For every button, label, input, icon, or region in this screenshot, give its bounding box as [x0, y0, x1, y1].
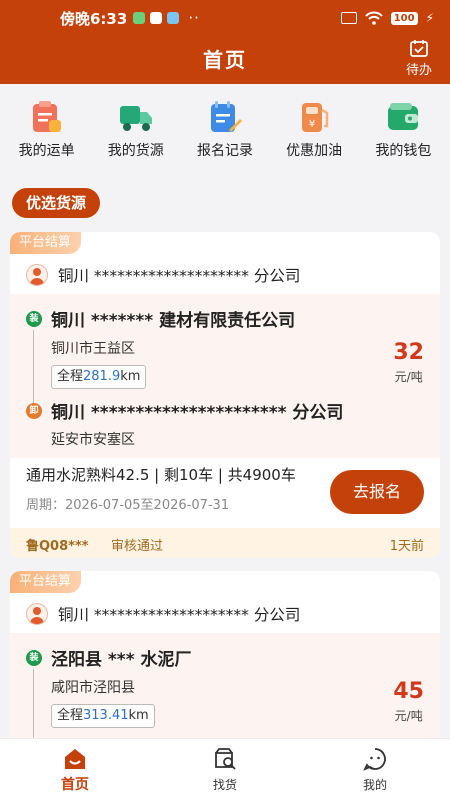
load-badge: 装: [26, 649, 42, 666]
load-row: 装 泾阳县 *** 水泥厂: [26, 645, 192, 670]
signup-button[interactable]: 去报名: [330, 470, 424, 514]
tab-profile[interactable]: 我的: [300, 739, 450, 800]
price-value: 32: [393, 340, 424, 365]
tab-home[interactable]: 首页: [0, 739, 150, 800]
cargo-card[interactable]: 平台结算 铜川 ******************** 分公司 装 泾阳县 *…: [10, 571, 440, 746]
quick-my-waybill[interactable]: 我的运单: [3, 84, 91, 172]
battery-icon: 100: [390, 11, 418, 25]
sim-icon: [340, 12, 357, 24]
waybill-icon: [32, 101, 61, 132]
tab-find-cargo[interactable]: 找货: [150, 739, 300, 800]
audit-status: 审核通过: [111, 539, 164, 554]
unload-row: 卸 铜川 ********************** 分公司: [26, 398, 343, 423]
route-block: 装 铜川 ******* 建材有限责任公司 铜川市王益区 全程281.9km 3…: [10, 294, 440, 458]
message-notification-icon: [167, 12, 180, 24]
svg-text:¥: ¥: [309, 119, 315, 130]
shipper-name: 铜川 ******************** 分公司: [58, 606, 301, 624]
shipper-row: 铜川 ******************** 分公司: [10, 597, 440, 631]
load-area: 咸阳市泾阳县: [51, 680, 135, 696]
goods-info: 通用水泥熟料42.5 | 剩10车 | 共4900车: [26, 466, 296, 484]
truck-icon: [119, 106, 152, 131]
route-block: 装 泾阳县 *** 水泥厂 咸阳市泾阳县 全程313.41km 45 元/吨: [10, 633, 440, 746]
price-unit: 元/吨: [394, 709, 423, 723]
time-ago: 1天前: [389, 539, 424, 554]
route-line: [33, 330, 34, 404]
plate-number: 鲁Q08***: [26, 539, 89, 554]
more-notifications-icon: ··: [188, 9, 200, 27]
signup-record-icon: [210, 101, 242, 132]
unload-area: 延安市安塞区: [51, 432, 135, 448]
price-unit: 元/吨: [394, 370, 423, 384]
load-badge: 装: [26, 310, 42, 327]
find-cargo-icon: [215, 748, 236, 770]
page-title: 首页: [203, 48, 247, 72]
cargo-card[interactable]: 平台结算 铜川 ******************** 分公司 装 铜川 **…: [10, 232, 440, 558]
quick-fuel-discount[interactable]: ¥ 优惠加油: [270, 84, 358, 172]
app-notification-icon: [133, 12, 146, 24]
section-title-preferred-cargo: 优选货源: [12, 188, 101, 218]
distance-badge: 全程313.41km: [51, 704, 155, 728]
avatar-icon: [26, 264, 48, 286]
profile-icon: [363, 748, 386, 771]
load-name: 泾阳县 *** 水泥厂: [51, 650, 192, 670]
load-name: 铜川 ******* 建材有限责任公司: [51, 311, 296, 331]
card-footer: 鲁Q08*** 审核通过 1天前: [10, 528, 440, 558]
load-area: 铜川市王益区: [51, 341, 135, 357]
route-line: [33, 669, 34, 746]
calendar-check-icon: [410, 40, 428, 57]
status-bar: 傍晚6:33 ·· 100 ⚡: [0, 0, 450, 36]
unload-name: 铜川 ********************** 分公司: [51, 403, 344, 423]
distance-badge: 全程281.9km: [51, 365, 147, 389]
settlement-tag: 平台结算: [10, 571, 82, 593]
avatar-icon: [26, 603, 48, 625]
home-icon: [65, 749, 85, 769]
quick-my-cargo[interactable]: 我的货源: [92, 84, 180, 172]
todo-button[interactable]: 待办: [402, 38, 436, 78]
charging-icon: ⚡: [425, 11, 434, 25]
play-notification-icon: [150, 12, 163, 24]
wallet-icon: [388, 103, 419, 130]
settlement-tag: 平台结算: [10, 232, 82, 254]
quick-my-wallet[interactable]: 我的钱包: [359, 84, 447, 172]
todo-label: 待办: [405, 63, 432, 78]
fuel-pump-icon: ¥: [302, 103, 329, 132]
price: 32 元/吨: [393, 340, 424, 385]
unload-badge: 卸: [26, 402, 42, 419]
top-bar: 傍晚6:33 ·· 100 ⚡ 首页 待办: [0, 0, 450, 84]
price: 45 元/吨: [393, 679, 424, 724]
wifi-icon: [364, 11, 383, 25]
status-right: 100 ⚡: [340, 11, 434, 25]
status-time: 傍晚6:33: [60, 9, 128, 28]
price-value: 45: [393, 679, 424, 704]
load-row: 装 铜川 ******* 建材有限责任公司: [26, 306, 295, 331]
shipper-row: 铜川 ******************** 分公司: [10, 258, 440, 292]
bottom-tab-bar: 首页 找货 我的: [0, 738, 450, 800]
quick-signup-records[interactable]: 报名记录: [181, 84, 269, 172]
period-info: 周期：2026-07-05至2026-07-31: [26, 498, 230, 513]
shipper-name: 铜川 ******************** 分公司: [58, 267, 301, 285]
quick-actions: 我的运单 我的货源 报名记录 ¥ 优惠加油 我的钱包: [0, 84, 450, 172]
